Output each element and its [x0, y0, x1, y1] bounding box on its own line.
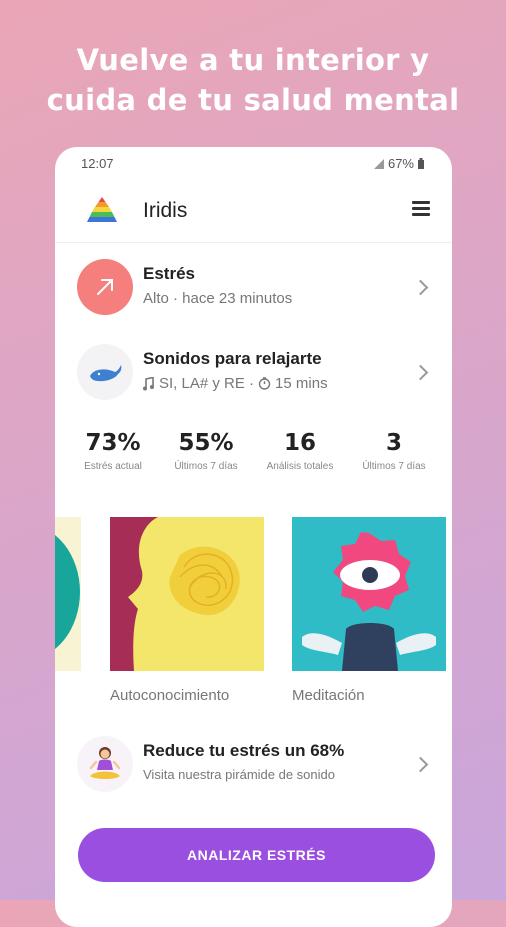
promo-row[interactable]: Reduce tu estrés un 68% Visita nuestra p…: [55, 729, 452, 799]
chevron-right-icon: [412, 364, 429, 381]
sounds-subtitle: SI, LA# y RE · 15 mins: [143, 375, 328, 392]
stat-label: Estrés actual: [84, 461, 142, 472]
stat-label: Últimos 7 días: [174, 461, 238, 472]
app-title: Iridis: [143, 199, 188, 222]
headline-line-1: Vuelve a tu interior y: [76, 43, 430, 77]
stats-row: 73% Estrés actual 55% Últimos 7 días 16 …: [55, 430, 452, 490]
status-time: 12:07: [81, 156, 114, 171]
sounds-duration: 15 mins: [275, 375, 328, 392]
analyze-stress-button[interactable]: ANALIZAR ESTRÉS: [78, 828, 435, 882]
card-label-meditation: Meditación: [292, 687, 365, 704]
arrow-up-right-icon: [97, 279, 113, 295]
sounds-title: Sonidos para relajarte: [143, 349, 322, 368]
menu-icon[interactable]: [412, 201, 430, 217]
headline-line-2: cuida de tu salud mental: [46, 83, 460, 117]
chevron-right-icon: [412, 756, 429, 773]
app-bar: Iridis: [55, 187, 452, 239]
stat-label: Análisis totales: [266, 461, 334, 472]
self-knowledge-illustration: [110, 517, 264, 671]
whale-icon: [77, 344, 133, 400]
chevron-right-icon: [412, 279, 429, 296]
meditation-card[interactable]: [292, 517, 446, 671]
iridis-logo-icon: [87, 197, 117, 222]
stat-value: 55%: [178, 430, 234, 456]
stat-value: 16: [283, 430, 316, 456]
stat-last-7-days: 55% Últimos 7 días: [156, 430, 256, 472]
divider: [55, 242, 452, 243]
stress-title: Estrés: [143, 264, 195, 283]
meditation-illustration: [292, 517, 446, 671]
promo-subtitle: Visita nuestra pirámide de sonido: [143, 767, 335, 782]
headline: Vuelve a tu interior y cuida de tu salud…: [0, 40, 506, 120]
stat-label: Últimos 7 días: [362, 461, 426, 472]
phone-screen: 12:07 67% Iridis Estrés Alto · hace 23 m…: [55, 147, 452, 927]
stress-icon: [77, 259, 133, 315]
battery-level: 67%: [387, 156, 414, 171]
self-knowledge-card[interactable]: [110, 517, 264, 671]
stat-total-analyses: 16 Análisis totales: [250, 430, 350, 472]
meditating-person-icon: [77, 736, 133, 792]
battery-icon: [418, 158, 424, 169]
signal-icon: [373, 158, 384, 169]
stress-row[interactable]: Estrés Alto · hace 23 minutos: [55, 252, 452, 322]
status-right: 67%: [373, 156, 424, 171]
status-bar: 12:07 67%: [55, 147, 452, 177]
stat-value: 3: [385, 430, 402, 456]
music-note-icon: [143, 376, 154, 390]
partial-card[interactable]: [55, 517, 81, 671]
promo-title: Reduce tu estrés un 68%: [143, 741, 345, 760]
timer-icon: [258, 377, 271, 390]
stress-subtitle: Alto · hace 23 minutos: [143, 290, 293, 307]
sounds-row[interactable]: Sonidos para relajarte SI, LA# y RE · 15…: [55, 337, 452, 407]
stat-value: 73%: [85, 430, 141, 456]
stat-current-stress: 73% Estrés actual: [63, 430, 163, 472]
card-label-self-knowledge: Autoconocimiento: [110, 687, 230, 704]
stat-analyses-7-days: 3 Últimos 7 días: [344, 430, 444, 472]
sounds-notes: SI, LA# y RE ·: [159, 375, 255, 392]
